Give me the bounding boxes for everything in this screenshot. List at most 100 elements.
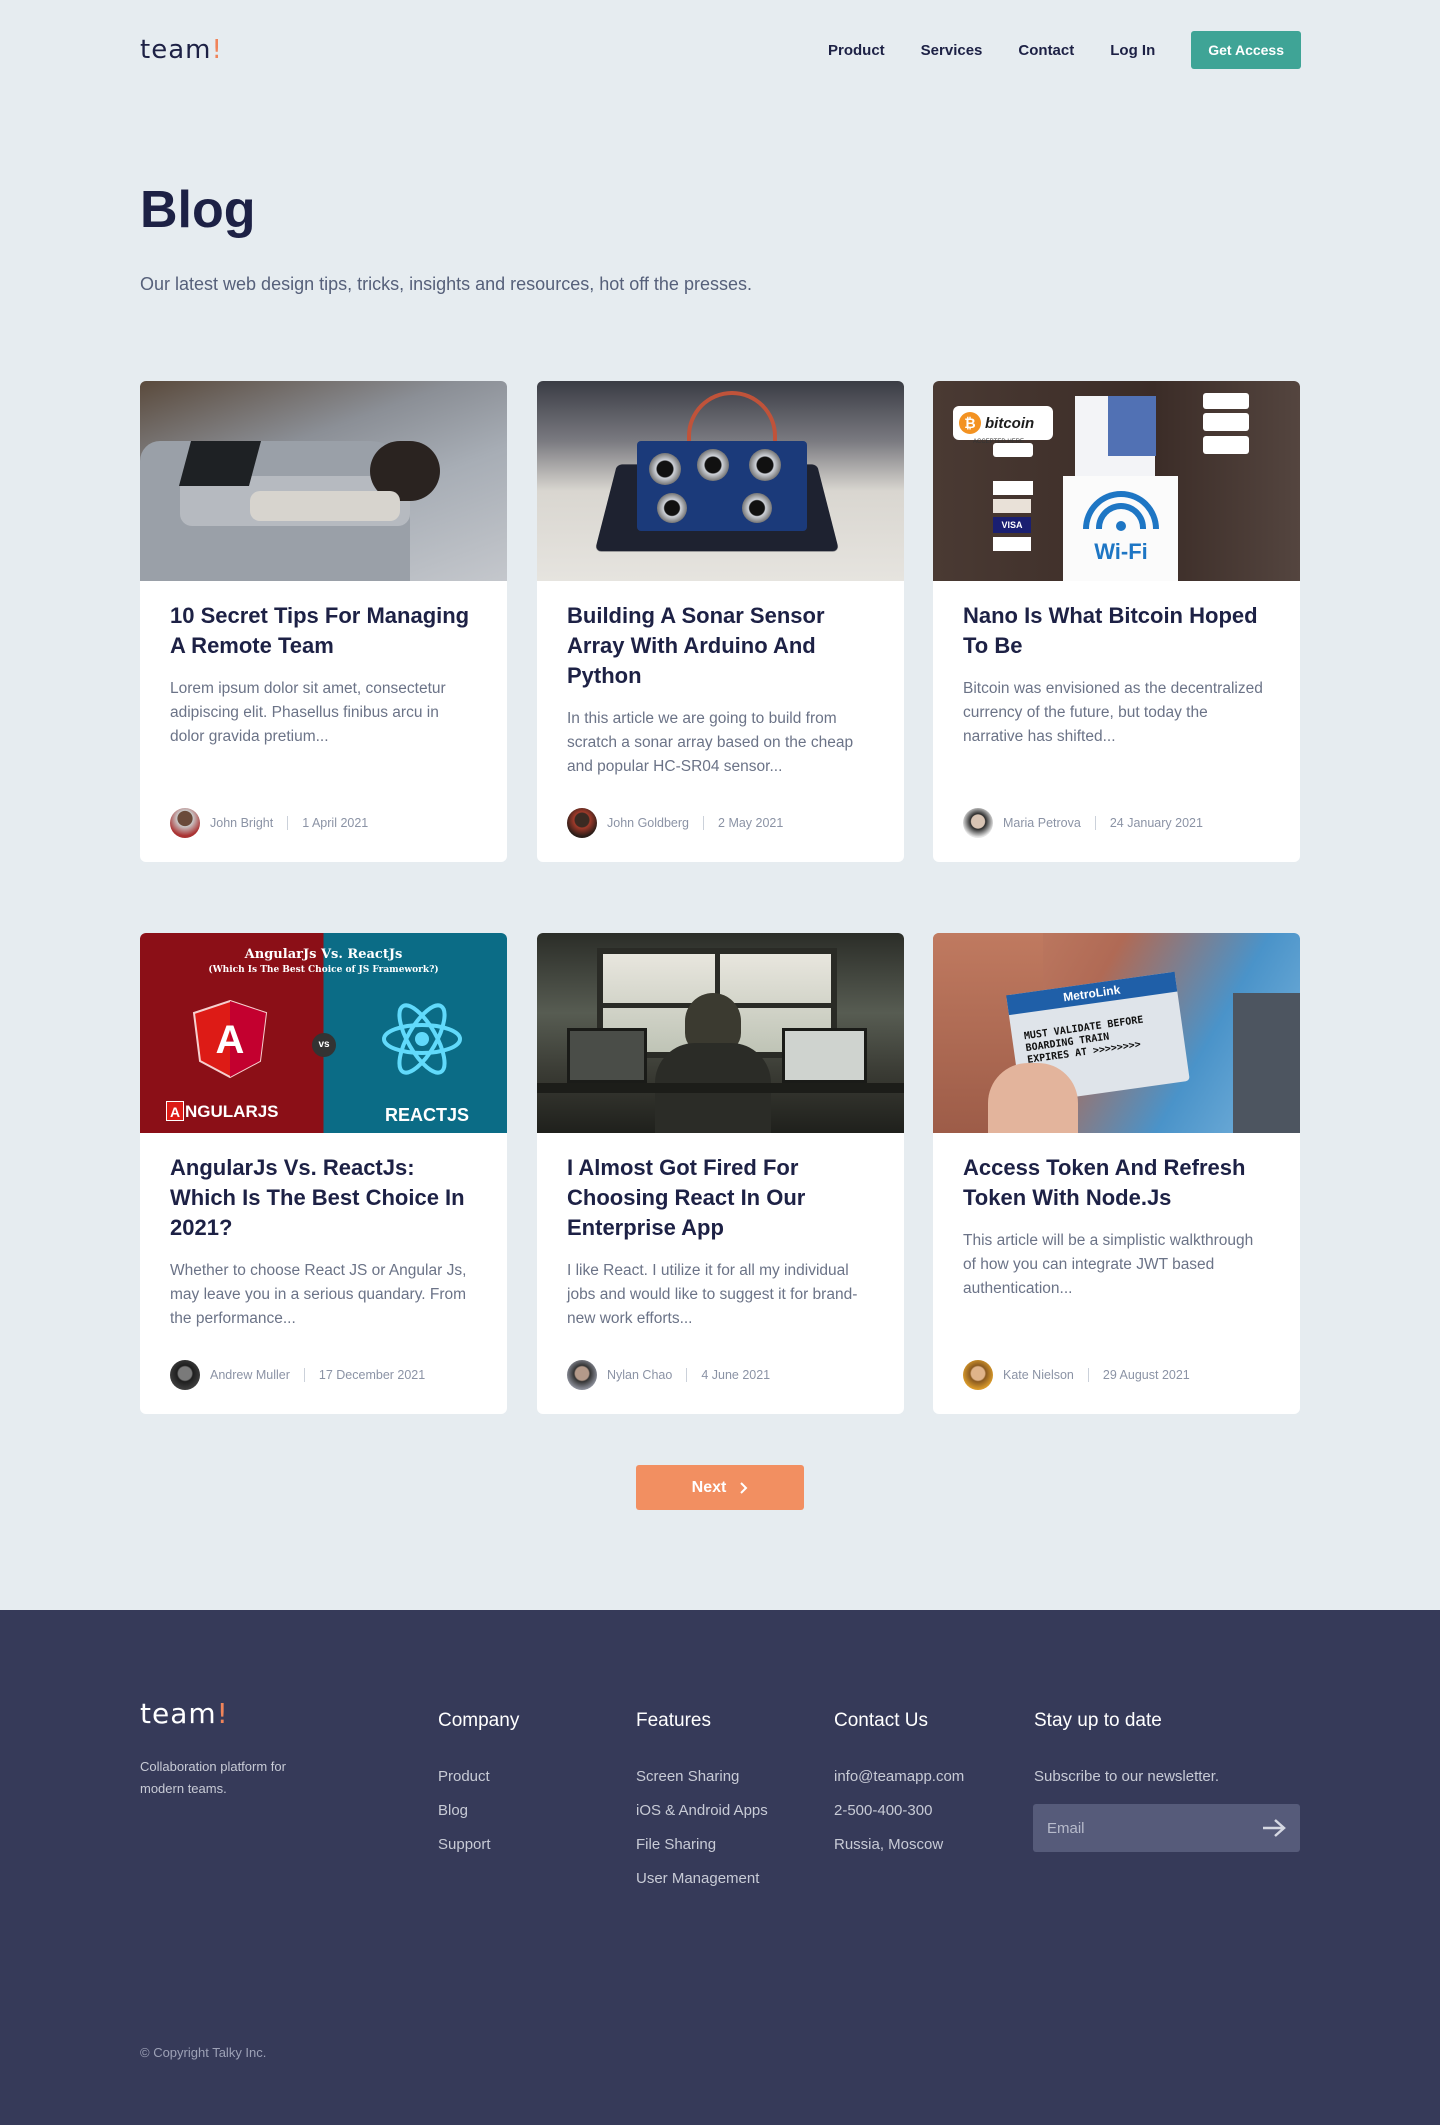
footer-link-user-management[interactable]: User Management <box>636 1870 768 1887</box>
post-meta: Nylan Chao 4 June 2021 <box>567 1360 770 1390</box>
email-placeholder: Email <box>1047 1819 1085 1837</box>
nav-contact[interactable]: Contact <box>1018 42 1074 59</box>
newsletter-email-input[interactable]: Email <box>1033 1804 1300 1852</box>
footer-logo-text: team <box>140 1697 217 1730</box>
site-footer: team! Collaboration platform for modern … <box>0 1610 1440 2125</box>
wifi-sticker-text: Wi-Fi <box>1094 539 1148 564</box>
blog-card[interactable]: 10 Secret Tips For Managing A Remote Tea… <box>140 381 507 862</box>
post-image-remote-work[interactable] <box>140 381 507 581</box>
post-excerpt: Whether to choose React JS or Angular Js… <box>170 1262 467 1327</box>
footer-phone[interactable]: 2-500-400-300 <box>834 1802 964 1819</box>
footer-logo-bang: ! <box>216 1697 229 1730</box>
page-subtitle: Our latest web design tips, tricks, insi… <box>140 274 752 294</box>
author-name: Kate Nielson <box>1003 1368 1074 1382</box>
footer-logo[interactable]: team! <box>140 1697 229 1730</box>
post-excerpt: In this article we are going to build fr… <box>567 710 854 775</box>
image-title-text: AngularJs Vs. ReactJs <box>244 947 403 962</box>
svg-text:A: A <box>216 1018 245 1062</box>
page-title: Blog <box>140 181 256 239</box>
post-title[interactable]: Building A Sonar Sensor Array With Ardui… <box>567 601 874 691</box>
post-meta: Kate Nielson 29 August 2021 <box>963 1360 1190 1390</box>
post-title[interactable]: I Almost Got Fired For Choosing React In… <box>567 1153 874 1243</box>
post-date: 17 December 2021 <box>318 1368 426 1382</box>
post-meta: John Bright 1 April 2021 <box>170 808 368 838</box>
footer-link-product[interactable]: Product <box>438 1768 519 1785</box>
post-image-angular-react[interactable]: AngularJs Vs. ReactJs (Which Is The Best… <box>140 933 507 1133</box>
nav-login[interactable]: Log In <box>1110 42 1155 59</box>
bitcoin-icon: ₿ <box>959 412 981 434</box>
footer-link-file-sharing[interactable]: File Sharing <box>636 1836 768 1853</box>
blog-card[interactable]: I Almost Got Fired For Choosing React In… <box>537 933 904 1414</box>
main-nav: Product Services Contact Log In Get Acce… <box>792 31 1301 69</box>
post-excerpt: This article will be a simplistic walkth… <box>963 1232 1254 1297</box>
blog-card[interactable]: MetroLink MUST VALIDATE BEFORE BOARDING … <box>933 933 1300 1414</box>
footer-link-apps[interactable]: iOS & Android Apps <box>636 1802 768 1819</box>
footer-location: Russia, Moscow <box>834 1836 944 1853</box>
chevron-right-icon <box>740 1481 748 1494</box>
post-image-metrolink-ticket[interactable]: MetroLink MUST VALIDATE BEFORE BOARDING … <box>933 933 1300 1133</box>
author-name: John Bright <box>210 816 274 830</box>
arrow-right-icon[interactable] <box>1262 1818 1286 1838</box>
footer-link-support[interactable]: Support <box>438 1836 519 1853</box>
post-date: 2 May 2021 <box>718 816 784 830</box>
author-avatar <box>567 1360 597 1390</box>
meta-divider <box>287 816 289 830</box>
footer-newsletter: Stay up to date Subscribe to our newslet… <box>1034 1710 1219 1802</box>
post-image-developer-desk[interactable] <box>537 933 904 1133</box>
footer-tagline: Collaboration platform for modern teams. <box>140 1759 286 1796</box>
nav-services[interactable]: Services <box>921 42 983 59</box>
post-title[interactable]: Nano Is What Bitcoin Hoped To Be <box>963 601 1270 661</box>
vs-badge: vs <box>312 1033 336 1057</box>
angular-wordmark: A NGULARJS <box>166 1101 279 1122</box>
bitcoin-sticker-text: bitcoin <box>985 414 1035 432</box>
newsletter-text: Subscribe to our newsletter. <box>1034 1768 1220 1785</box>
next-page-button[interactable]: Next <box>636 1465 804 1510</box>
footer-email[interactable]: info@teamapp.com <box>834 1768 964 1785</box>
post-meta: Andrew Muller 17 December 2021 <box>170 1360 425 1390</box>
post-title[interactable]: 10 Secret Tips For Managing A Remote Tea… <box>170 601 477 661</box>
author-name: John Goldberg <box>607 816 690 830</box>
footer-heading: Contact Us <box>834 1710 928 1731</box>
post-image-sonar[interactable] <box>537 381 904 581</box>
site-header: team! Product Services Contact Log In Ge… <box>140 30 1301 70</box>
next-label: Next <box>691 1478 727 1496</box>
image-subtitle-text: (Which Is The Best Choice of JS Framewor… <box>208 965 439 975</box>
blog-card[interactable]: Building A Sonar Sensor Array With Ardui… <box>537 381 904 862</box>
get-access-button[interactable]: Get Access <box>1191 31 1301 69</box>
post-excerpt: Bitcoin was envisioned as the decentrali… <box>963 680 1263 745</box>
author-name: Maria Petrova <box>1003 816 1081 830</box>
meta-divider <box>303 1368 305 1382</box>
blog-card[interactable]: ₿ bitcoin ACCEPTED HERE VISA Wi-Fi Nano … <box>933 381 1300 862</box>
nav-product[interactable]: Product <box>828 42 885 59</box>
post-date: 4 June 2021 <box>701 1368 771 1382</box>
angular-wordmark-text: NGULARJS <box>185 1102 279 1121</box>
post-date: 1 April 2021 <box>302 816 369 830</box>
post-date: 29 August 2021 <box>1102 1368 1190 1382</box>
react-wordmark-text: REACTJS <box>385 1105 470 1125</box>
author-avatar <box>567 808 597 838</box>
react-icon <box>382 1003 462 1075</box>
copyright: © Copyright Talky Inc. <box>140 2045 267 2060</box>
post-title[interactable]: AngularJs Vs. ReactJs: Which Is The Best… <box>170 1153 477 1243</box>
post-image-bitcoin[interactable]: ₿ bitcoin ACCEPTED HERE VISA Wi-Fi <box>933 381 1300 581</box>
footer-heading: Company <box>438 1710 520 1731</box>
author-avatar <box>170 808 200 838</box>
author-name: Nylan Chao <box>607 1368 673 1382</box>
footer-features: Features Screen Sharing iOS & Android Ap… <box>636 1710 768 1904</box>
post-excerpt: Lorem ipsum dolor sit amet, consectetur … <box>170 680 446 745</box>
footer-link-screen-sharing[interactable]: Screen Sharing <box>636 1768 768 1785</box>
logo-bang: ! <box>211 35 223 65</box>
logo[interactable]: team! <box>140 35 223 65</box>
footer-link-blog[interactable]: Blog <box>438 1802 519 1819</box>
post-meta: John Goldberg 2 May 2021 <box>567 808 783 838</box>
post-title[interactable]: Access Token And Refresh Token With Node… <box>963 1153 1270 1213</box>
author-avatar <box>963 808 993 838</box>
footer-heading: Stay up to date <box>1034 1710 1162 1731</box>
author-avatar <box>170 1360 200 1390</box>
post-date: 24 January 2021 <box>1109 816 1203 830</box>
footer-heading: Features <box>636 1710 711 1731</box>
meta-divider <box>686 1368 688 1382</box>
blog-card[interactable]: AngularJs Vs. ReactJs (Which Is The Best… <box>140 933 507 1414</box>
meta-divider <box>1087 1368 1089 1382</box>
angular-mini-icon: A <box>166 1101 184 1121</box>
